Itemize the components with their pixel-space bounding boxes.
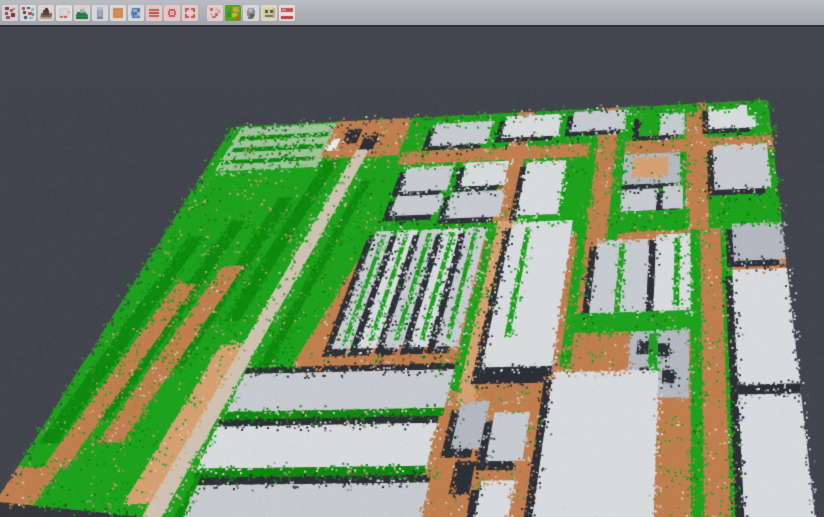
red-brackets-icon xyxy=(182,5,198,21)
red-ring-icon xyxy=(164,5,180,21)
red-brackets-icon[interactable] xyxy=(182,5,198,21)
red-points-icon xyxy=(2,5,18,21)
red-lines-icon xyxy=(146,5,162,21)
classification-map-icon xyxy=(225,5,241,21)
red-checker-icon[interactable] xyxy=(207,5,223,21)
red-layers-icon xyxy=(279,5,295,21)
dashed-box-icon xyxy=(56,5,72,21)
globe-icon[interactable] xyxy=(128,5,144,21)
red-lines-icon[interactable] xyxy=(146,5,162,21)
orange-square-icon xyxy=(110,5,126,21)
mountain-icon xyxy=(38,5,54,21)
table-x-icon xyxy=(261,5,277,21)
colored-points-icon[interactable] xyxy=(20,5,36,21)
terrain-icon[interactable] xyxy=(74,5,90,21)
orange-square-icon[interactable] xyxy=(110,5,126,21)
3d-viewport[interactable] xyxy=(0,0,824,517)
globe-icon xyxy=(128,5,144,21)
dashed-box-icon[interactable] xyxy=(56,5,72,21)
app-window xyxy=(0,0,824,517)
sphere-icon xyxy=(243,5,259,21)
table-x-icon[interactable] xyxy=(261,5,277,21)
red-layers-icon[interactable] xyxy=(279,5,295,21)
ruler-bar-icon xyxy=(92,5,108,21)
ruler-bar-icon[interactable] xyxy=(92,5,108,21)
mountain-icon[interactable] xyxy=(38,5,54,21)
toolbar xyxy=(0,0,824,27)
colored-points-icon xyxy=(20,5,36,21)
terrain-icon xyxy=(74,5,90,21)
classification-map-icon[interactable] xyxy=(225,5,241,21)
sphere-icon[interactable] xyxy=(243,5,259,21)
red-ring-icon[interactable] xyxy=(164,5,180,21)
red-checker-icon xyxy=(207,5,223,21)
red-points-icon[interactable] xyxy=(2,5,18,21)
